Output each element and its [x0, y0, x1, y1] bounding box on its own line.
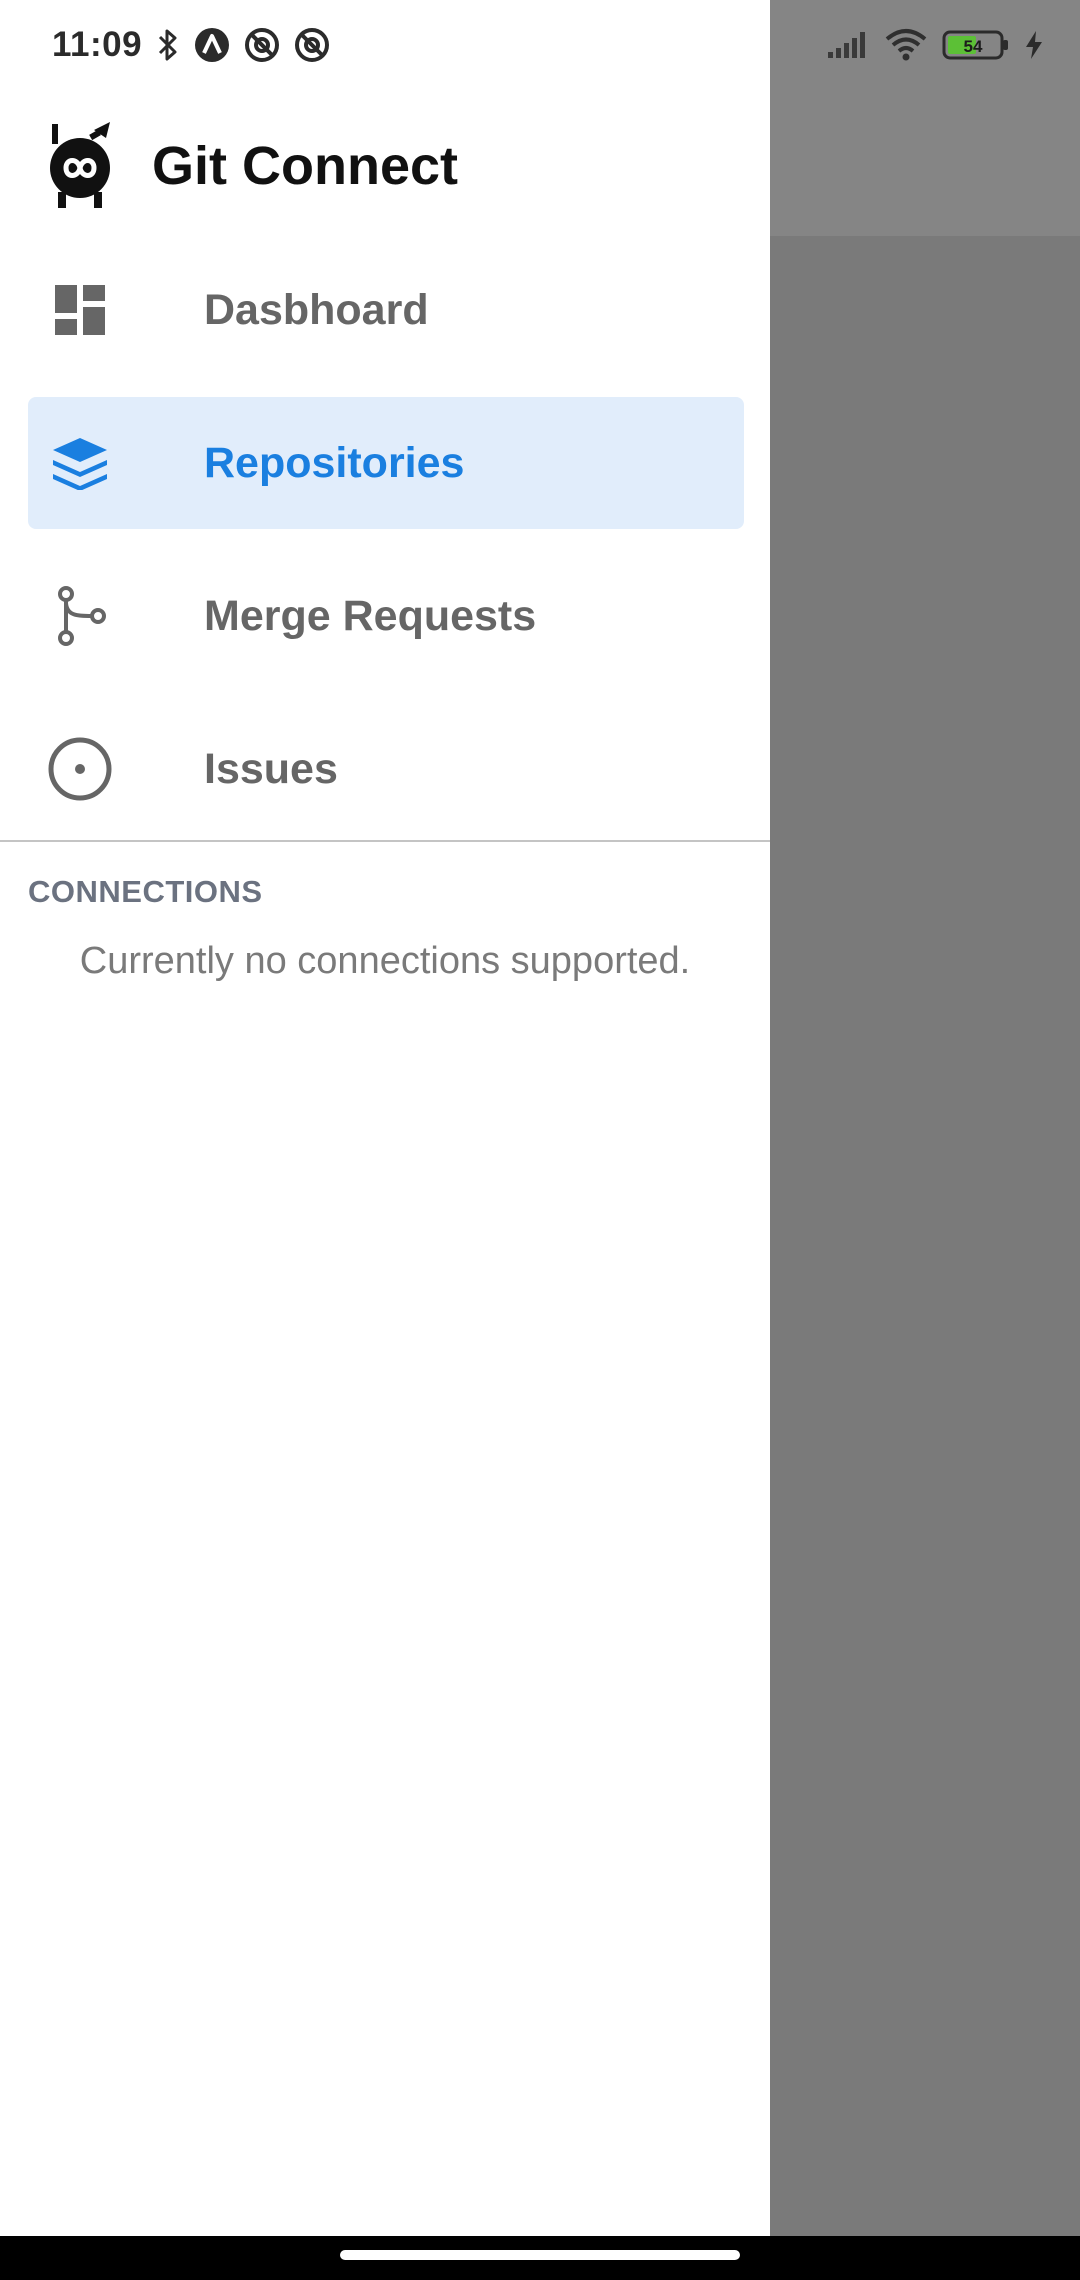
- drawer-nav: Dasbhoard Repositories Merge Requests Is…: [28, 244, 744, 856]
- wifi-icon: [884, 28, 928, 62]
- drawer-divider: [0, 840, 770, 842]
- connections-header: CONNECTIONS: [28, 874, 263, 909]
- git-connect-logo-icon: [44, 120, 120, 212]
- charging-icon: [1024, 30, 1044, 60]
- layers-icon: [46, 429, 114, 497]
- status-bar-left: 11:09: [52, 20, 330, 70]
- nav-item-label: Merge Requests: [204, 591, 537, 640]
- drawer-header: Git Connect: [44, 116, 458, 216]
- connections-empty-message: Currently no connections supported.: [79, 940, 691, 982]
- status-time: 11:09: [52, 25, 143, 64]
- home-gesture-bar[interactable]: [340, 2250, 740, 2260]
- nav-item-label: Issues: [204, 744, 338, 793]
- status-bar-right: 54: [826, 24, 1044, 66]
- navigation-drawer: 11:09 Git Connect Dasbhoard Repositories…: [0, 0, 770, 2236]
- system-navigation-bar: [0, 2236, 1080, 2280]
- battery-level-text: 54: [964, 37, 983, 56]
- nav-item-repositories[interactable]: Repositories: [28, 397, 744, 529]
- issue-circle-icon: [46, 735, 114, 803]
- nav-item-dashboard[interactable]: Dasbhoard: [28, 244, 744, 376]
- nav-item-label: Repositories: [204, 438, 465, 487]
- battery-icon: 54: [942, 29, 1010, 61]
- app-title: Git Connect: [152, 136, 458, 196]
- scrim-overlay[interactable]: [770, 236, 1080, 2236]
- bluetooth-icon: [156, 27, 180, 63]
- merge-icon: [46, 582, 114, 650]
- app-notification-icon: [194, 27, 230, 63]
- at-sign-icon: [244, 27, 280, 63]
- nav-item-issues[interactable]: Issues: [28, 703, 744, 835]
- dashboard-icon: [46, 276, 114, 344]
- nav-item-merge-requests[interactable]: Merge Requests: [28, 550, 744, 682]
- signal-icon: [826, 30, 870, 60]
- at-sign-icon: [294, 27, 330, 63]
- nav-item-label: Dasbhoard: [204, 285, 429, 334]
